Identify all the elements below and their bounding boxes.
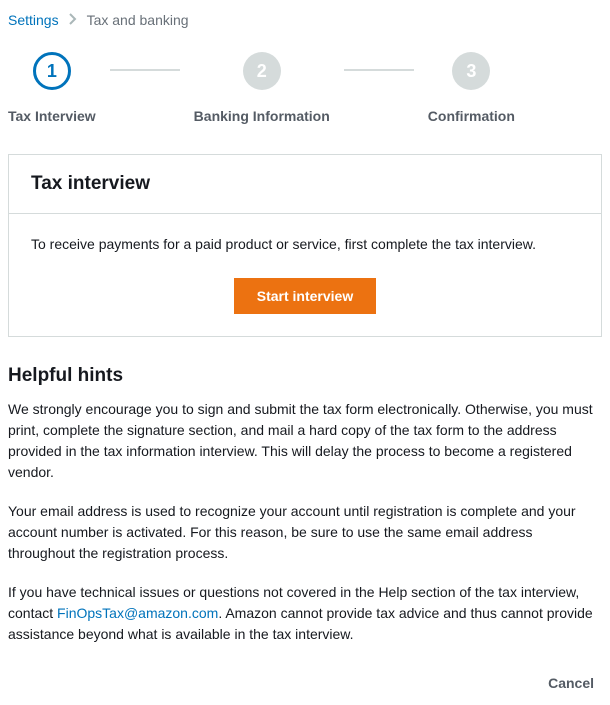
progress-stepper: 1 Tax Interview 2 Banking Information 3 … bbox=[8, 38, 602, 154]
step-banking-information: 2 Banking Information bbox=[194, 52, 330, 124]
breadcrumb-root[interactable]: Settings bbox=[8, 12, 59, 28]
hints-paragraph-3: If you have technical issues or question… bbox=[8, 582, 602, 645]
support-email-link[interactable]: FinOpsTax@amazon.com bbox=[57, 605, 218, 621]
step-label-1: Tax Interview bbox=[8, 108, 96, 124]
cancel-button[interactable]: Cancel bbox=[540, 669, 602, 697]
step-circle-2: 2 bbox=[243, 52, 281, 90]
tax-interview-panel: Tax interview To receive payments for a … bbox=[8, 154, 602, 337]
panel-title: Tax interview bbox=[31, 173, 579, 195]
step-label-3: Confirmation bbox=[428, 108, 515, 124]
step-connector bbox=[344, 69, 414, 71]
hints-paragraph-1: We strongly encourage you to sign and su… bbox=[8, 399, 602, 483]
hints-paragraph-2: Your email address is used to recognize … bbox=[8, 501, 602, 564]
hints-title: Helpful hints bbox=[8, 365, 602, 387]
helpful-hints-section: Helpful hints We strongly encourage you … bbox=[8, 365, 602, 645]
breadcrumb-current: Tax and banking bbox=[87, 12, 189, 28]
breadcrumb: Settings Tax and banking bbox=[8, 8, 602, 38]
step-connector bbox=[110, 69, 180, 71]
step-label-2: Banking Information bbox=[194, 108, 330, 124]
step-tax-interview: 1 Tax Interview bbox=[8, 52, 96, 124]
panel-description: To receive payments for a paid product o… bbox=[31, 236, 579, 252]
footer-actions: Cancel bbox=[8, 663, 602, 697]
chevron-right-icon bbox=[69, 12, 77, 28]
panel-header: Tax interview bbox=[9, 155, 601, 214]
start-interview-button[interactable]: Start interview bbox=[234, 278, 376, 314]
step-circle-1: 1 bbox=[33, 52, 71, 90]
step-circle-3: 3 bbox=[452, 52, 490, 90]
step-confirmation: 3 Confirmation bbox=[428, 52, 515, 124]
panel-body: To receive payments for a paid product o… bbox=[9, 214, 601, 336]
